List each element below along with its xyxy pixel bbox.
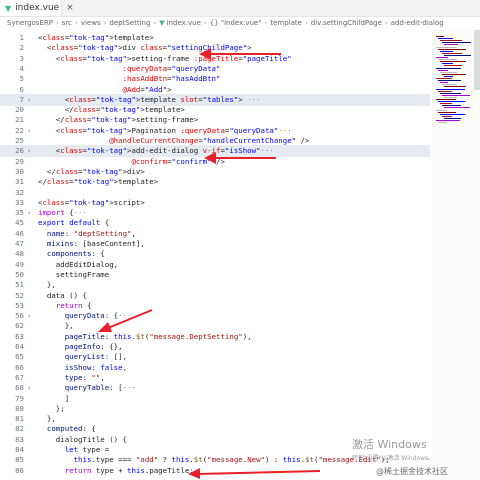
chevron-right-icon: › [55, 19, 59, 27]
annotation-arrow-2 [204, 152, 276, 164]
minimap-line [444, 117, 461, 119]
breadcrumb-item[interactable]: template [270, 19, 302, 27]
minimap-line [442, 42, 471, 44]
vue-icon: ▼ [159, 19, 165, 27]
breadcrumb-item[interactable]: views [81, 19, 101, 27]
minimap-line [438, 80, 461, 82]
minimap-line [440, 103, 452, 105]
breadcrumb-item[interactable]: index.vue [167, 19, 201, 27]
minimap-line [442, 94, 470, 96]
minimap-line [440, 92, 461, 94]
minimap-line [436, 57, 448, 58]
minimap-line [444, 75, 453, 77]
annotation-arrow-3 [98, 309, 153, 332]
minimap-line [440, 71, 457, 73]
minimap-line [444, 44, 458, 46]
minimap-line [436, 78, 452, 79]
chevron-right-icon: › [203, 19, 207, 27]
windows-activation-watermark: 激活 Windows 转到"设置"以激活 Windows。 [352, 436, 434, 462]
tab-bar: ▼ index.vue × [0, 0, 480, 17]
annotation-arrow-4 [188, 468, 321, 479]
breadcrumb-item[interactable]: {} "index.vue" [210, 19, 262, 27]
minimap-line [436, 67, 461, 69]
minimap-line [436, 46, 457, 48]
chevron-right-icon: › [264, 19, 268, 27]
minimap-line [438, 122, 447, 124]
minimap-line [444, 65, 462, 67]
minimap-line [442, 73, 466, 75]
breadcrumb-item[interactable]: add-edit-dialog [391, 19, 444, 27]
minimap-line [440, 113, 465, 115]
site-watermark: @稀土掘金技术社区 [376, 467, 448, 476]
watermark-title: 激活 Windows [352, 438, 427, 451]
tab-label: index.vue [15, 3, 60, 13]
breadcrumb-item[interactable]: src [62, 19, 72, 27]
breadcrumb-item[interactable]: div.settingChildPage [311, 19, 382, 27]
minimap-line [442, 115, 452, 117]
minimap-line [444, 96, 457, 98]
minimap-line [442, 52, 462, 54]
chevron-right-icon: › [103, 19, 107, 27]
close-icon[interactable]: × [66, 3, 74, 13]
minimap-line [440, 61, 466, 63]
minimap-line [436, 99, 456, 100]
code-text: return type + this.pageTitle; [64, 465, 194, 475]
minimap-line [444, 86, 466, 88]
breadcrumb-item[interactable]: deptSetting [109, 19, 150, 27]
minimap-line [436, 120, 460, 121]
vue-file-icon: ▼ [5, 3, 12, 13]
minimap-line [442, 105, 461, 107]
minimap[interactable] [432, 30, 480, 480]
minimap-line [438, 59, 457, 61]
minimap-line [436, 109, 447, 111]
minimap-line [440, 82, 448, 84]
chevron-right-icon: › [75, 19, 78, 27]
minimap-line [438, 111, 456, 113]
minimap-line [440, 50, 453, 52]
minimap-line [436, 88, 465, 90]
minimap-line [438, 101, 465, 103]
minimap-line [438, 69, 448, 71]
minimap-line [440, 40, 462, 42]
vertical-scrollbar[interactable] [474, 30, 480, 90]
minimap-line [442, 84, 457, 86]
breadcrumb: SynergosERP › src › views › deptSetting › ▼ index… [0, 16, 480, 30]
minimap-line [438, 38, 453, 40]
chevron-right-icon: › [304, 19, 308, 27]
annotation-arrow-1 [199, 48, 281, 60]
minimap-line [442, 63, 453, 65]
chevron-right-icon: › [153, 19, 157, 27]
watermark-subtitle: 转到"设置"以激活 Windows。 [352, 455, 435, 462]
tab-index-vue[interactable]: ▼ index.vue × [0, 0, 74, 16]
minimap-line [438, 90, 452, 92]
line-number: 86 [15, 465, 24, 475]
minimap-line [444, 107, 470, 109]
minimap-line [436, 36, 444, 37]
chevron-right-icon: › [384, 19, 388, 27]
code-editor[interactable]: 1 <class="tok-tag">template> 2 <class="tok… [0, 30, 430, 480]
breadcrumb-item[interactable]: SynergosERP [7, 19, 53, 27]
minimap-line [444, 54, 471, 56]
minimap-line [438, 48, 466, 50]
